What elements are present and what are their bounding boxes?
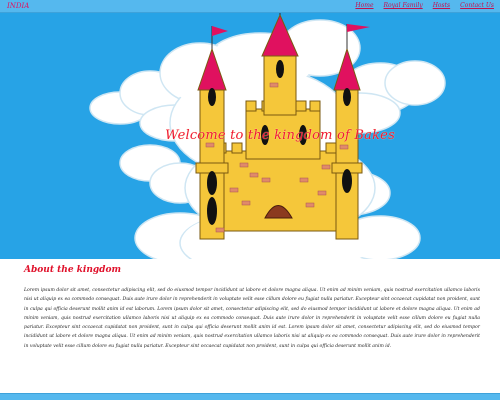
brand-logo-link[interactable]: INDIA [7, 2, 29, 10]
nav-link-contact-us[interactable]: Contact Us [460, 2, 494, 9]
nav-link-royal-family[interactable]: Royal Family [384, 2, 423, 9]
hero-title: Welcome to the kingdom of Bakes [0, 128, 500, 143]
about-section: About the kingdom Lorem ipsum dolor sit … [24, 265, 480, 351]
about-heading: About the kingdom [24, 265, 121, 275]
nav-link-hosts[interactable]: Hosts [433, 2, 450, 9]
about-paragraph: Lorem ipsum dolor sit amet, consectetur … [24, 288, 480, 349]
footer-bar [0, 393, 500, 400]
top-navbar: INDIA Home Royal Family Hosts Contact Us [0, 0, 500, 13]
nav-links: Home Royal Family Hosts Contact Us [355, 2, 494, 9]
nav-link-home[interactable]: Home [355, 2, 373, 9]
hero-banner: Welcome to the kingdom of Bakes [0, 13, 500, 259]
hero-title-text: Welcome to the kingdom of Bakes [165, 128, 395, 143]
